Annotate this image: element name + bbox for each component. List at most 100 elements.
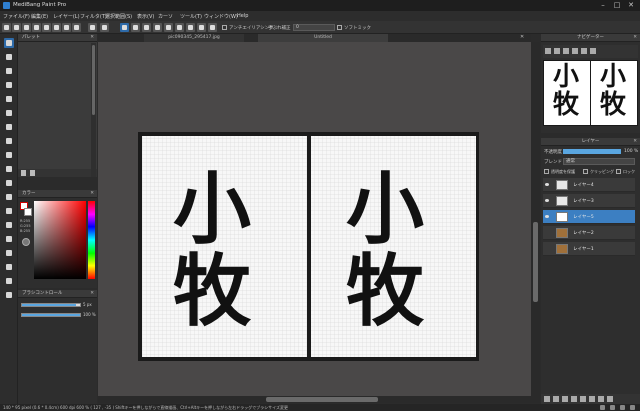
canvas-area[interactable]: 小 牧 小 牧	[98, 42, 531, 396]
select-eraser-tool-icon[interactable]	[4, 220, 14, 230]
settings-gear-icon[interactable]	[197, 23, 206, 32]
color-mode-icon[interactable]	[22, 238, 30, 246]
status-view-icon[interactable]	[600, 405, 605, 410]
menu-layer[interactable]: レイヤー(L)	[53, 13, 80, 20]
dot-tool-icon[interactable]	[4, 66, 14, 76]
tab-document-1[interactable]: pic090345_295417.jpg	[144, 34, 244, 42]
visibility-eye-icon[interactable]	[545, 183, 549, 186]
rotate-left-icon[interactable]	[572, 48, 578, 54]
layer-row-2[interactable]: レイヤー2	[543, 226, 635, 240]
zoom-in-icon[interactable]	[545, 48, 551, 54]
grid-icon[interactable]	[52, 23, 61, 32]
gradient-tool-icon[interactable]	[4, 136, 14, 146]
clipping-checkbox[interactable]	[583, 169, 588, 174]
save-icon[interactable]	[22, 23, 31, 32]
snap-extra-icon[interactable]	[208, 23, 217, 32]
add-folder-icon[interactable]	[553, 396, 559, 402]
divide-tool-icon[interactable]	[4, 234, 14, 244]
bucket-tool-icon[interactable]	[4, 122, 14, 132]
layer-row-1[interactable]: レイヤー1	[543, 242, 635, 256]
merge-layer-icon[interactable]	[571, 396, 577, 402]
snap-cross-icon[interactable]	[142, 23, 151, 32]
redo-icon[interactable]	[100, 23, 109, 32]
move-down-icon[interactable]	[589, 396, 595, 402]
menu-view[interactable]: 表示(V)	[137, 13, 154, 20]
shape-tool-icon[interactable]	[4, 150, 14, 160]
canvas-horizontal-scrollbar[interactable]	[98, 396, 540, 403]
menu-file[interactable]: ファイル(F)	[3, 13, 30, 20]
layer-row-3[interactable]: レイヤー3	[543, 194, 635, 208]
panel-close-icon[interactable]: ✕	[90, 190, 94, 198]
menu-tool[interactable]: ツール(T)	[180, 13, 202, 20]
pen-tool-icon[interactable]	[4, 38, 14, 48]
background-color-swatch[interactable]	[24, 208, 32, 216]
share-icon[interactable]	[42, 23, 51, 32]
delete-layer-icon[interactable]	[598, 396, 604, 402]
cloud-icon[interactable]	[32, 23, 41, 32]
open-icon[interactable]	[12, 23, 21, 32]
menu-filter[interactable]: フィルタ(T)	[80, 13, 107, 20]
select-icon[interactable]	[72, 23, 81, 32]
status-view-icon[interactable]	[610, 405, 615, 410]
visibility-eye-icon[interactable]	[545, 215, 549, 218]
menu-window[interactable]: ウィンドウ(W)	[204, 13, 238, 20]
layer-row-4[interactable]: レイヤー4	[543, 178, 635, 192]
text-tool-icon[interactable]	[4, 248, 14, 258]
panel-close-icon[interactable]: ✕	[633, 138, 637, 146]
panel-close-icon[interactable]: ✕	[90, 290, 94, 298]
move-up-icon[interactable]	[580, 396, 586, 402]
snap-off-icon[interactable]	[120, 23, 129, 32]
new-file-icon[interactable]	[2, 23, 11, 32]
tab-document-2[interactable]: Untitled	[258, 34, 388, 42]
maximize-button[interactable]: □	[612, 1, 622, 10]
tabs-close-icon[interactable]: ✕	[520, 34, 524, 40]
select-rect-tool-icon[interactable]	[4, 164, 14, 174]
crop-icon[interactable]	[62, 23, 71, 32]
snap-curve-icon[interactable]	[186, 23, 195, 32]
correction-select[interactable]: 0	[293, 24, 335, 31]
status-view-icon[interactable]	[620, 405, 625, 410]
palette-scrollbar[interactable]	[91, 43, 96, 177]
undo-icon[interactable]	[88, 23, 97, 32]
palette-delete-icon[interactable]	[30, 170, 35, 176]
hue-slider[interactable]	[88, 201, 95, 279]
brush-opacity-slider[interactable]	[21, 313, 81, 317]
snap-circle-icon[interactable]	[175, 23, 184, 32]
menu-edit[interactable]: 編集(E)	[31, 13, 48, 20]
saturation-value-picker[interactable]	[34, 201, 86, 279]
antialias-checkbox[interactable]	[222, 25, 227, 30]
layer-row-5[interactable]: レイヤー5	[543, 210, 635, 224]
eraser-tool-icon[interactable]	[4, 52, 14, 62]
layer-opacity-slider[interactable]	[563, 149, 621, 154]
flip-icon[interactable]	[590, 48, 596, 54]
panel-close-icon[interactable]: ✕	[633, 34, 637, 42]
menu-cursor[interactable]: カーソ	[158, 13, 173, 20]
snap-parallel-icon[interactable]	[131, 23, 140, 32]
eyedropper-tool-icon[interactable]	[4, 276, 14, 286]
canvas-vertical-scrollbar[interactable]	[531, 42, 540, 396]
brush-size-slider[interactable]	[21, 303, 81, 307]
fill-rect-tool-icon[interactable]	[4, 108, 14, 118]
operation-tool-icon[interactable]	[4, 262, 14, 272]
select-pen-tool-icon[interactable]	[4, 206, 14, 216]
magic-wand-tool-icon[interactable]	[4, 192, 14, 202]
minimize-button[interactable]: –	[598, 1, 608, 10]
snap-vanishing-icon[interactable]	[153, 23, 162, 32]
move-tool-icon[interactable]	[4, 94, 14, 104]
menu-select[interactable]: 選択範囲(S)	[105, 13, 132, 20]
protect-alpha-checkbox[interactable]	[544, 169, 549, 174]
status-view-icon[interactable]	[630, 405, 635, 410]
lock-checkbox[interactable]	[616, 169, 621, 174]
lasso-tool-icon[interactable]	[4, 178, 14, 188]
check-tool-icon[interactable]	[4, 80, 14, 90]
fit-icon[interactable]	[563, 48, 569, 54]
layer-settings-gear-icon[interactable]	[607, 396, 613, 402]
snap-radial-icon[interactable]	[164, 23, 173, 32]
blend-select[interactable]: 通常	[563, 158, 635, 165]
panel-close-icon[interactable]: ✕	[90, 34, 94, 42]
copy-layer-icon[interactable]	[562, 396, 568, 402]
navigator-preview[interactable]: 小 牧 小 牧	[543, 60, 638, 126]
hand-tool-icon[interactable]	[4, 290, 14, 300]
rotate-right-icon[interactable]	[581, 48, 587, 54]
menu-help[interactable]: Help	[237, 13, 248, 19]
